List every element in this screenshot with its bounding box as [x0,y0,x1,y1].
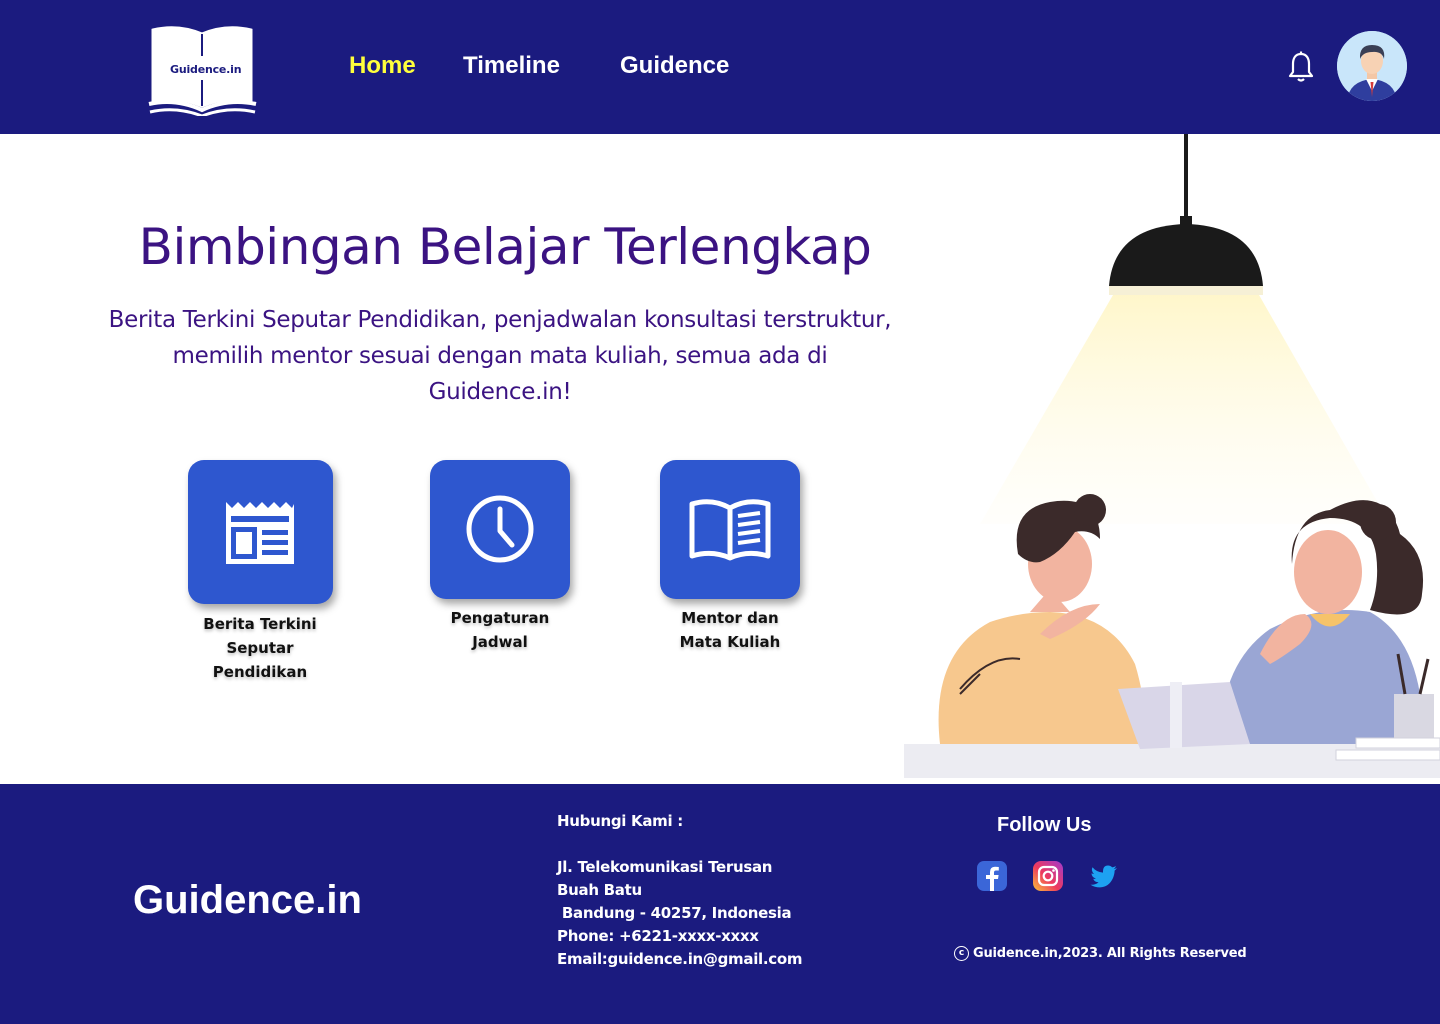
contact-address-line: Jl. Telekomunikasi Terusan [557,858,773,876]
clock-icon [466,495,534,563]
students-illustration [904,134,1440,778]
feature-card-berita[interactable] [188,460,333,604]
contact-email[interactable]: Email:guidence.in@gmail.com [557,950,803,968]
feature-label-line: Pengaturan [450,609,550,627]
contact-address-line: Buah Batu [557,881,642,899]
feature-label-mentor[interactable]: Mentor dan Mata Kuliah [650,606,810,654]
footer: Guidence.in Hubungi Kami : Jl. Telekomun… [0,784,1440,1024]
top-navbar: Guidence.in Home Timeline Guidence [0,0,1440,134]
bell-icon[interactable] [1287,51,1315,83]
hero-description-line: memilih mentor sesuai dengan mata kuliah… [172,343,828,369]
book-icon [689,499,771,561]
copyright-icon: c [954,946,969,961]
contact-phone[interactable]: Phone: +6221-xxxx-xxxx [557,927,759,945]
hero-description: Berita Terkini Seputar Pendidikan, penja… [70,302,930,410]
copyright: c Guidence.in,2023. All Rights Reserved [954,946,1247,961]
copyright-text: Guidence.in,2023. All Rights Reserved [973,946,1247,961]
feature-label-berita[interactable]: Berita Terkini Seputar Pendidikan [180,612,340,684]
feature-label-line: Jadwal [472,633,528,651]
logo[interactable]: Guidence.in [148,24,258,118]
hero-title: Bimbingan Belajar Terlengkap [138,218,872,276]
user-avatar[interactable] [1337,31,1407,101]
follow-us-title: Follow Us [997,814,1092,836]
feature-label-line: Mentor dan [681,609,779,627]
instagram-icon[interactable] [1033,861,1063,891]
twitter-icon[interactable] [1089,861,1119,891]
person-avatar-icon [1337,31,1407,101]
feature-card-mentor[interactable] [660,460,800,599]
nav-timeline[interactable]: Timeline [463,52,560,80]
logo-text: Guidence.in [170,63,242,76]
feature-label-line: Berita Terkini [203,615,317,633]
hero-description-line: Berita Terkini Seputar Pendidikan, penja… [108,307,892,333]
contact-heading: Hubungi Kami : [557,812,683,830]
nav-guidence[interactable]: Guidence [620,52,729,80]
facebook-icon[interactable] [977,861,1007,891]
feature-label-jadwal[interactable]: Pengaturan Jadwal [420,606,580,654]
hero-description-line: Guidence.in! [428,379,572,405]
feature-label-line: Seputar [226,639,294,657]
feature-card-jadwal[interactable] [430,460,570,599]
newspaper-icon [226,502,294,564]
footer-brand: Guidence.in [133,878,362,922]
contact-address-line: Bandung - 40257, Indonesia [557,904,792,922]
nav-home[interactable]: Home [349,52,416,80]
feature-label-line: Pendidikan [212,663,308,681]
feature-label-line: Mata Kuliah [679,633,781,651]
